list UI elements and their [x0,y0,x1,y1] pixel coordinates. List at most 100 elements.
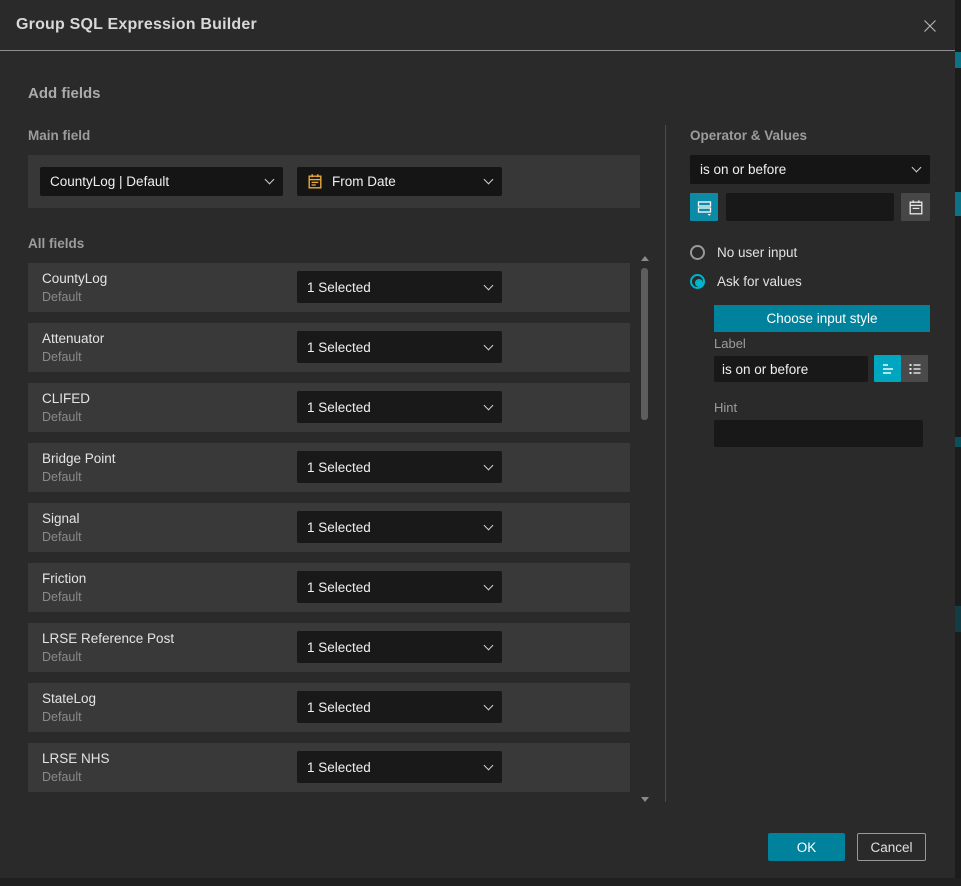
field-type: Default [42,470,82,484]
field-type: Default [42,290,82,304]
label-input-wrap [714,356,868,382]
bulleted-list-icon [907,361,923,377]
field-selection-value: 1 Selected [307,580,477,595]
close-x-glyph [922,18,938,34]
field-selection-value: 1 Selected [307,760,477,775]
choose-input-style-button[interactable]: Choose input style [714,305,930,332]
radio-ask-for-values[interactable]: Ask for values [690,274,802,289]
field-row: Attenuator Default 1 Selected [28,323,630,372]
scroll-down-arrow-icon[interactable] [641,797,649,802]
main-field-select-value: From Date [332,174,477,189]
field-selection-select[interactable]: 1 Selected [297,631,502,663]
field-selection-select[interactable]: 1 Selected [297,751,502,783]
field-name: StateLog [42,691,96,706]
hint-input[interactable] [714,420,923,447]
hint-input-wrap [714,420,923,447]
radio-no-user-input-label: No user input [717,245,797,260]
add-fields-heading: Add fields [28,85,101,102]
background-app-bottom-edge [0,878,961,886]
field-name: CountyLog [42,271,107,286]
field-selection-value: 1 Selected [307,640,477,655]
background-teal-fragment [955,606,961,632]
field-type: Default [42,590,82,604]
field-selection-select[interactable]: 1 Selected [297,391,502,423]
field-selection-select[interactable]: 1 Selected [297,511,502,543]
chevron-down-icon [265,175,275,185]
chevron-down-icon [484,700,494,710]
field-selection-value: 1 Selected [307,340,477,355]
titlebar: Group SQL Expression Builder [0,0,955,51]
background-teal-fragment [955,192,961,216]
field-selection-select[interactable]: 1 Selected [297,571,502,603]
field-type: Default [42,770,82,784]
label-input[interactable] [714,356,868,382]
all-fields-list: CountyLog Default 1 Selected Attenuator … [28,263,630,803]
unique-values-button[interactable] [690,193,718,221]
field-type: Default [42,530,82,544]
chevron-down-icon [484,340,494,350]
main-field-heading: Main field [28,128,90,143]
field-selection-value: 1 Selected [307,520,477,535]
ok-button[interactable]: OK [768,833,845,861]
field-row: LRSE NHS Default 1 Selected [28,743,630,792]
align-lines-icon [880,361,896,377]
field-selection-value: 1 Selected [307,700,477,715]
radio-no-user-input[interactable]: No user input [690,245,797,260]
all-fields-heading: All fields [28,236,84,251]
operator-values-heading: Operator & Values [690,128,807,143]
field-row: Bridge Point Default 1 Selected [28,443,630,492]
group-sql-expression-builder-dialog: Group SQL Expression Builder Add fields … [0,0,961,886]
field-row: CountyLog Default 1 Selected [28,263,630,312]
cancel-button[interactable]: Cancel [857,833,926,861]
date-value-input-wrap [726,193,894,221]
field-selection-select[interactable]: 1 Selected [297,271,502,303]
operator-select[interactable]: is on or before [690,155,930,184]
field-type: Default [42,650,82,664]
dialog-title: Group SQL Expression Builder [16,16,257,34]
calendar-icon [307,173,323,190]
field-type: Default [42,350,82,364]
field-selection-value: 1 Selected [307,280,477,295]
label-caption: Label [714,336,746,351]
radio-circle-icon [690,245,705,260]
close-icon[interactable] [919,15,941,37]
main-layer-select[interactable]: CountyLog | Default [40,167,283,196]
field-type: Default [42,410,82,424]
unique-values-icon [696,199,713,216]
chevron-down-icon [484,580,494,590]
scrollbar-thumb[interactable] [641,268,648,420]
date-value-input[interactable] [726,193,894,221]
chevron-down-icon [484,280,494,290]
field-row: Signal Default 1 Selected [28,503,630,552]
background-teal-fragment [955,52,961,68]
field-selection-select[interactable]: 1 Selected [297,451,502,483]
field-selection-select[interactable]: 1 Selected [297,691,502,723]
input-style-list-button[interactable] [901,355,928,382]
field-name: LRSE Reference Post [42,631,174,646]
field-name: LRSE NHS [42,751,110,766]
input-style-single-line-button[interactable] [874,355,901,382]
main-field-select[interactable]: From Date [297,167,502,196]
field-selection-select[interactable]: 1 Selected [297,331,502,363]
field-name: Signal [42,511,80,526]
field-row: CLIFED Default 1 Selected [28,383,630,432]
field-name: Friction [42,571,86,586]
chevron-down-icon [484,520,494,530]
background-teal-fragment [955,437,961,447]
field-selection-value: 1 Selected [307,400,477,415]
background-app-right-edge [955,0,961,886]
chevron-down-icon [484,460,494,470]
main-field-box: CountyLog | Default From Date [28,155,640,208]
field-type: Default [42,710,82,724]
date-picker-button[interactable] [901,193,930,221]
field-row: StateLog Default 1 Selected [28,683,630,732]
radio-circle-icon [690,274,705,289]
radio-ask-for-values-label: Ask for values [717,274,802,289]
chevron-down-icon [484,175,494,185]
field-row: LRSE Reference Post Default 1 Selected [28,623,630,672]
main-layer-select-value: CountyLog | Default [50,174,258,189]
chevron-down-icon [484,640,494,650]
scroll-up-arrow-icon[interactable] [641,256,649,261]
list-scrollbar[interactable] [640,256,650,802]
calendar-icon [908,199,924,216]
